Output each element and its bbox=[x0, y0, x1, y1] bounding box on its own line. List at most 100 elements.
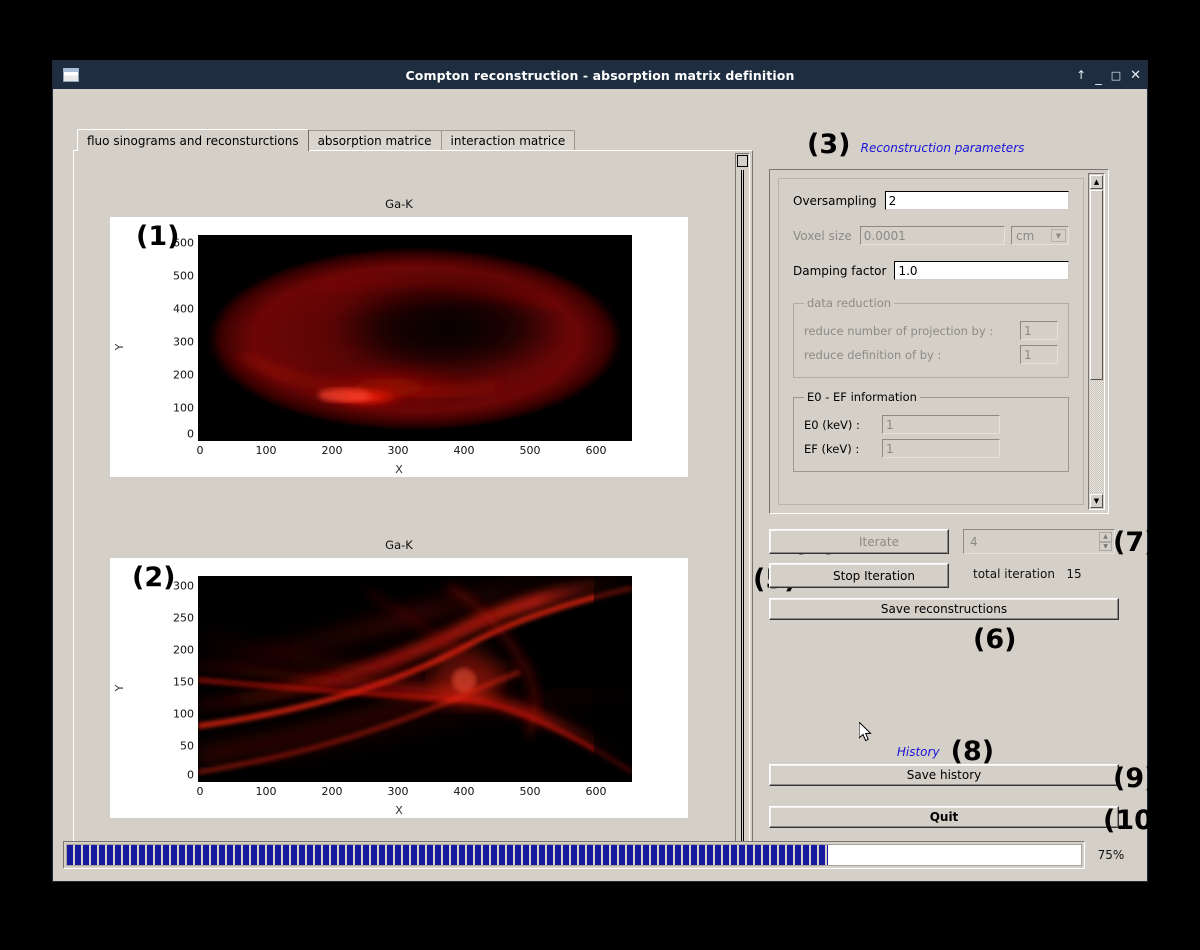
quit-button[interactable]: Quit bbox=[769, 806, 1119, 828]
tab-strip: fluo sinograms and reconsturctions absor… bbox=[77, 129, 753, 151]
marker-10: (10) bbox=[1103, 805, 1166, 836]
marker-7: (7) bbox=[1113, 527, 1157, 558]
voxel-size-input: 0.0001 bbox=[859, 226, 1005, 245]
data-reduction-legend: data reduction bbox=[807, 296, 892, 310]
save-reconstructions-button[interactable]: Save reconstructions bbox=[769, 598, 1119, 620]
e0-label: E0 (keV) : bbox=[804, 417, 860, 432]
e0-row: E0 (keV) : 1 bbox=[804, 415, 1058, 434]
oversampling-input[interactable]: 2 bbox=[884, 191, 1069, 210]
scrollbar-track[interactable] bbox=[1090, 381, 1103, 493]
window-title: Compton reconstruction - absorption matr… bbox=[405, 67, 795, 83]
plot-2-title: Ga-K bbox=[385, 538, 413, 552]
plot-1-yticks: 600 500 400 300 200 100 0 bbox=[132, 217, 194, 477]
scroll-down-icon[interactable]: ▼ bbox=[1090, 494, 1103, 508]
tab-fluo-sinograms[interactable]: fluo sinograms and reconsturctions bbox=[77, 129, 309, 151]
maximize-icon[interactable]: □ bbox=[1111, 70, 1121, 81]
marker-6: (6) bbox=[973, 624, 1017, 655]
plot-2-ylabel: Y bbox=[112, 684, 126, 692]
parameters-form: Oversampling 2 Voxel size 0.0001 cm ▼ Da… bbox=[778, 178, 1084, 505]
plot-2-image bbox=[198, 576, 632, 782]
window-icon bbox=[63, 68, 79, 82]
marker-2: (2) bbox=[132, 562, 176, 593]
marker-8: (8) bbox=[950, 736, 995, 767]
plot-panel-scrollbar[interactable] bbox=[735, 153, 750, 861]
scrollbar-track[interactable] bbox=[741, 170, 744, 858]
ytick: 200 bbox=[173, 643, 194, 657]
plot-2-heatmap-svg bbox=[198, 576, 632, 782]
total-iteration-status: total iteration 15 bbox=[973, 567, 1082, 581]
progress-track bbox=[66, 844, 1082, 866]
xtick: 100 bbox=[255, 785, 277, 798]
xtick: 200 bbox=[321, 785, 343, 798]
voxel-size-row: Voxel size 0.0001 cm ▼ bbox=[793, 226, 1069, 245]
xtick: 200 bbox=[321, 444, 343, 457]
xtick: 0 bbox=[196, 444, 204, 457]
ytick: 200 bbox=[173, 368, 194, 382]
tab-interaction-matrice[interactable]: interaction matrice bbox=[440, 130, 576, 151]
plot-2-yticks: 300 250 200 150 100 50 0 bbox=[132, 558, 194, 818]
history-label: History bbox=[896, 745, 940, 759]
title-bar: Compton reconstruction - absorption matr… bbox=[53, 61, 1147, 89]
plot-1-ylabel: Y bbox=[112, 343, 126, 351]
window-body: fluo sinograms and reconsturctions absor… bbox=[53, 89, 1165, 881]
close-icon[interactable]: ✕ bbox=[1130, 69, 1141, 82]
reconstruction-parameters-label: Reconstruction parameters bbox=[860, 141, 1025, 155]
plot-scroll-area: Ga-K (1) Y 600 500 400 300 200 100 0 0 1… bbox=[76, 153, 734, 861]
window-controls: ↑ _ □ ✕ bbox=[1076, 69, 1141, 85]
damping-factor-input[interactable]: 1.0 bbox=[894, 261, 1069, 280]
reduce-definition-label: reduce definition of by : bbox=[804, 347, 942, 362]
oversampling-label: Oversampling bbox=[793, 193, 877, 208]
scrollbar-thumb[interactable] bbox=[737, 155, 748, 167]
plot-1-canvas: (1) Y 600 500 400 300 200 100 0 0 100 20… bbox=[110, 217, 688, 477]
ef-input: 1 bbox=[882, 439, 1000, 458]
scrollbar-thumb[interactable] bbox=[1090, 190, 1103, 380]
damping-factor-label: Damping factor bbox=[793, 263, 887, 278]
stepper-up-icon[interactable]: ▲ bbox=[1099, 532, 1112, 542]
plot-1-heatmap-svg bbox=[198, 235, 632, 441]
iterate-button[interactable]: Iterate bbox=[769, 529, 949, 554]
reduce-projection-input: 1 bbox=[1020, 321, 1058, 340]
damping-factor-row: Damping factor 1.0 bbox=[793, 261, 1069, 280]
scroll-up-icon[interactable]: ▲ bbox=[1090, 175, 1103, 189]
iteration-count-stepper[interactable]: 4 ▲ ▼ bbox=[963, 529, 1115, 554]
plot-1-image bbox=[198, 235, 632, 441]
parameters-scrollbar[interactable]: ▲ ▼ bbox=[1088, 173, 1105, 510]
ytick: 100 bbox=[173, 401, 194, 415]
plot-1-xticks: 0 100 200 300 400 500 600 bbox=[196, 441, 632, 457]
quit-label: Quit bbox=[929, 810, 959, 824]
stop-iteration-button[interactable]: Stop Iteration bbox=[769, 563, 949, 588]
ytick: 100 bbox=[173, 707, 194, 721]
iterate-button-label: Iterate bbox=[858, 534, 899, 549]
stepper-down-icon[interactable]: ▼ bbox=[1099, 541, 1112, 551]
voxel-size-unit-value: cm bbox=[1016, 228, 1035, 243]
ytick: 50 bbox=[180, 739, 194, 753]
ytick: 400 bbox=[173, 302, 194, 316]
plot-1-xlabel: X bbox=[395, 463, 403, 476]
plot-2-canvas: (2) Y 300 250 200 150 100 50 0 0 100 200… bbox=[110, 558, 688, 818]
shade-icon[interactable]: ↑ bbox=[1076, 69, 1086, 81]
right-pane: (3) Reconstruction parameters Oversampli… bbox=[753, 129, 1165, 864]
history-section: History (8) bbox=[765, 732, 1120, 767]
stepper-buttons[interactable]: ▲ ▼ bbox=[1099, 532, 1112, 551]
total-iteration-label: total iteration bbox=[973, 567, 1055, 581]
ytick: 0 bbox=[187, 768, 194, 782]
ytick: 300 bbox=[173, 335, 194, 349]
plot-1-title: Ga-K bbox=[385, 197, 413, 211]
total-iteration-value: 15 bbox=[1066, 567, 1082, 581]
iteration-count-value: 4 bbox=[970, 534, 978, 549]
plot-2-xticks: 0 100 200 300 400 500 600 bbox=[197, 782, 632, 798]
reduce-projection-row: reduce number of projection by : 1 bbox=[804, 321, 1058, 340]
xtick: 300 bbox=[387, 785, 409, 798]
minimize-icon[interactable]: _ bbox=[1095, 72, 1102, 85]
xtick: 100 bbox=[255, 444, 277, 457]
tab-absorption-matrice[interactable]: absorption matrice bbox=[307, 130, 442, 151]
tab-label: fluo sinograms and reconsturctions bbox=[87, 133, 299, 148]
oversampling-row: Oversampling 2 bbox=[793, 191, 1069, 210]
ef-label: EF (keV) : bbox=[804, 441, 860, 456]
xtick: 500 bbox=[519, 444, 541, 457]
xtick: 300 bbox=[387, 444, 409, 457]
save-history-button[interactable]: Save history bbox=[769, 764, 1119, 786]
progress-row: 75% bbox=[63, 839, 1137, 871]
xtick: 400 bbox=[453, 785, 475, 798]
progress-fill bbox=[67, 845, 828, 865]
